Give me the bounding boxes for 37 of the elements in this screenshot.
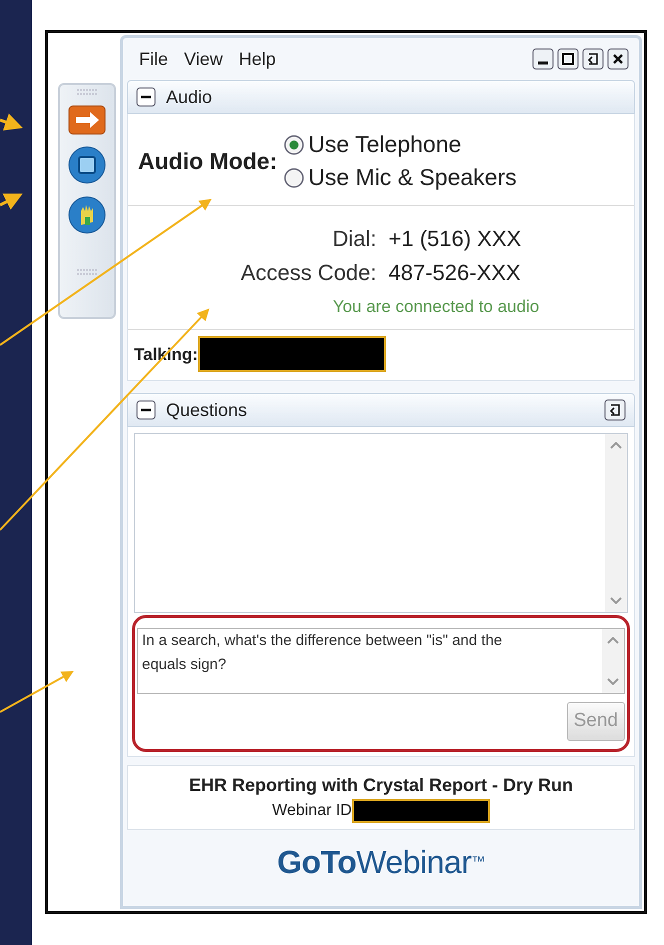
access-code-label: Access Code: [240,258,377,287]
minimize-button[interactable] [532,48,554,70]
arrow-button[interactable] [68,105,106,135]
dial-number: +1 (516) XXX [388,224,522,253]
radio-button[interactable] [283,167,306,190]
brand-logo: GoToWebinar$^{™}$ [277,844,485,880]
scroll-up-icon[interactable] [610,442,622,450]
menu-item[interactable]: Help [238,46,276,72]
hand-raise-button[interactable] [67,195,107,235]
panel-title: Audio [166,86,212,108]
popout-button[interactable] [604,399,626,422]
collapse-icon[interactable] [136,87,156,107]
radio-button[interactable] [283,134,306,156]
scroll-up-icon[interactable] [607,637,619,644]
question-field[interactable]: In a search, what's the difference between "is" and the equals sign? [137,628,625,694]
annotation-arrow [0,114,23,131]
menu-item[interactable]: View [184,46,223,72]
audio-mode-label: Audio Mode: [138,147,278,176]
webinar-id-label: Webinar ID [272,800,352,821]
popout-button[interactable] [582,48,604,70]
radio-label[interactable]: Use Mic & Speakers [308,161,517,195]
access-code: 487-526-XXX [388,258,522,287]
panel-title: Questions [166,398,248,422]
webinar-title: EHR Reporting with Crystal Report - Dry Run [188,774,574,797]
scrollbar[interactable] [605,434,627,612]
grip-icon[interactable] [76,89,98,95]
connection-status: You are connected to audio [128,290,634,330]
scroll-down-icon[interactable] [607,678,619,686]
stop-button[interactable] [67,145,107,185]
collapse-icon[interactable] [136,400,156,420]
grip-icon[interactable] [76,269,98,275]
menu-item[interactable]: File [139,46,168,72]
scroll-down-icon[interactable] [610,597,622,604]
maximize-button[interactable] [557,48,579,70]
close-button[interactable] [607,48,629,70]
radio-label[interactable]: Use Telephone [308,128,462,162]
dial-label: Dial: [332,224,377,253]
